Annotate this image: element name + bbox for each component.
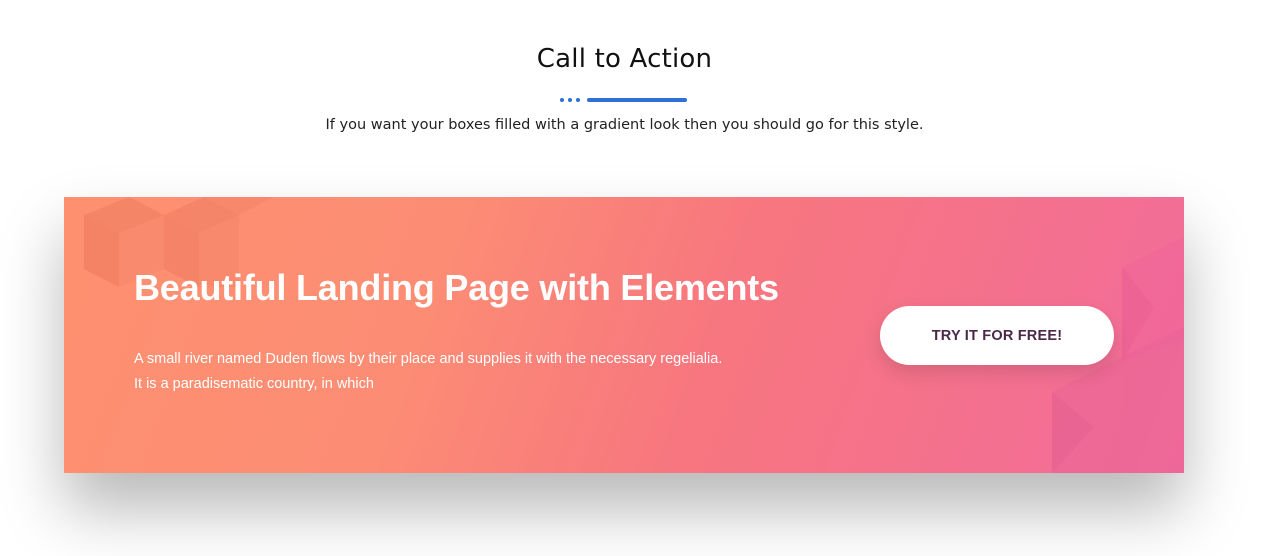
cta-banner: Beautiful Landing Page with Elements A s…: [64, 197, 1184, 473]
divider-line: [587, 98, 687, 102]
section-title: Call to Action: [536, 44, 713, 74]
cta-heading: Beautiful Landing Page with Elements: [134, 267, 779, 308]
title-divider: [560, 98, 687, 102]
cta-description: A small river named Duden flows by their…: [134, 347, 754, 397]
divider-dot: [576, 98, 580, 102]
cta-description-line: It is a paradisematic country, in which: [134, 376, 374, 392]
divider-dot: [560, 98, 564, 102]
cta-description-line: A small river named Duden flows by their…: [134, 351, 723, 367]
try-free-button[interactable]: TRY IT FOR FREE!: [880, 306, 1114, 365]
divider-dot: [568, 98, 572, 102]
section-subtitle: If you want your boxes filled with a gra…: [325, 117, 924, 133]
